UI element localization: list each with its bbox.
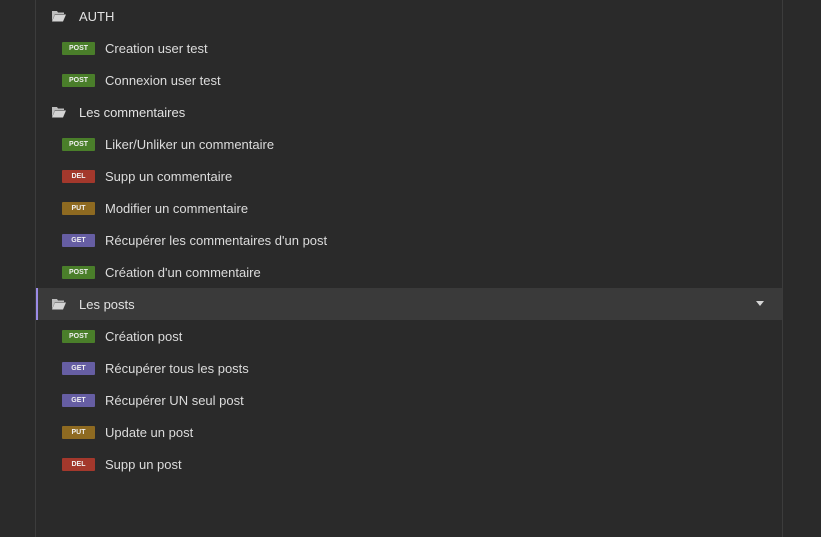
request-item[interactable]: POST Creation user test [36, 32, 782, 64]
request-item[interactable]: POST Création d'un commentaire [36, 256, 782, 288]
request-item[interactable]: GET Récupérer UN seul post [36, 384, 782, 416]
request-name: Récupérer les commentaires d'un post [105, 232, 328, 248]
method-badge: DEL [62, 457, 95, 471]
request-item[interactable]: POST Connexion user test [36, 64, 782, 96]
method-badge: POST [62, 329, 95, 343]
request-name: Récupérer UN seul post [105, 392, 244, 408]
request-name: Update un post [105, 424, 194, 440]
request-name: Creation user test [105, 40, 208, 56]
request-item[interactable]: DEL Supp un commentaire [36, 160, 782, 192]
folder-les-commentaires[interactable]: Les commentaires [36, 96, 782, 128]
request-name: Récupérer tous les posts [105, 360, 249, 376]
folder-open-icon [52, 11, 66, 22]
request-item[interactable]: PUT Modifier un commentaire [36, 192, 782, 224]
method-badge: GET [62, 233, 95, 247]
method-badge: DEL [62, 169, 95, 183]
folder-label: Les posts [79, 296, 135, 312]
method-badge: GET [62, 361, 95, 375]
collection-tree: AUTH POST Creation user test POST Connex… [35, 0, 783, 537]
request-item[interactable]: GET Récupérer tous les posts [36, 352, 782, 384]
folder-label: Les commentaires [79, 104, 186, 120]
request-name: Supp un commentaire [105, 168, 233, 184]
request-name: Modifier un commentaire [105, 200, 249, 216]
folder-auth[interactable]: AUTH [36, 0, 782, 32]
method-badge: PUT [62, 425, 95, 439]
method-badge: POST [62, 137, 95, 151]
request-name: Supp un post [105, 456, 182, 472]
method-badge: POST [62, 73, 95, 87]
request-item[interactable]: GET Récupérer les commentaires d'un post [36, 224, 782, 256]
request-name: Création post [105, 328, 183, 344]
request-item[interactable]: PUT Update un post [36, 416, 782, 448]
method-badge: PUT [62, 201, 95, 215]
method-badge: POST [62, 41, 95, 55]
method-badge: POST [62, 265, 95, 279]
folder-label: AUTH [79, 8, 115, 24]
request-name: Création d'un commentaire [105, 264, 261, 280]
request-item[interactable]: POST Liker/Unliker un commentaire [36, 128, 782, 160]
request-name: Liker/Unliker un commentaire [105, 136, 275, 152]
request-item[interactable]: POST Création post [36, 320, 782, 352]
folder-les-posts[interactable]: Les posts [36, 288, 782, 320]
folder-open-icon [52, 299, 66, 310]
method-badge: GET [62, 393, 95, 407]
folder-open-icon [52, 107, 66, 118]
request-item[interactable]: DEL Supp un post [36, 448, 782, 480]
request-name: Connexion user test [105, 72, 221, 88]
caret-down-icon[interactable] [756, 301, 764, 306]
